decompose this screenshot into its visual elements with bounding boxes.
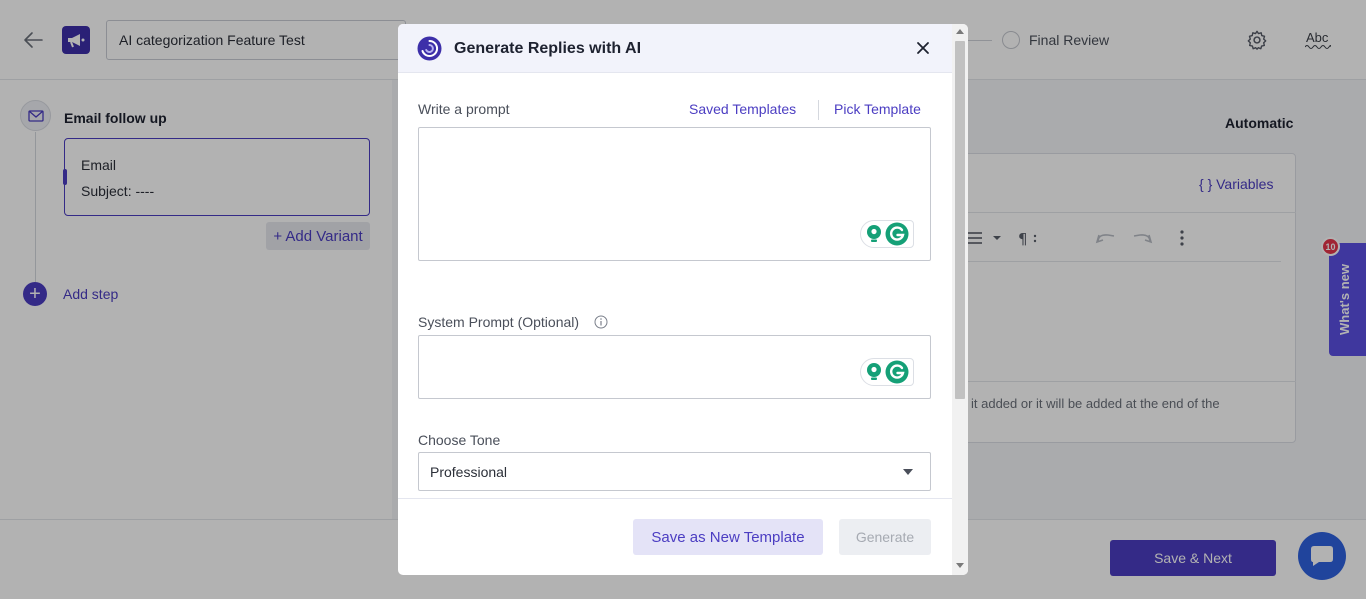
- system-prompt-input[interactable]: [418, 335, 931, 399]
- saved-templates-link[interactable]: Saved Templates: [689, 101, 796, 117]
- scrollbar-thumb[interactable]: [955, 41, 965, 399]
- grammarly-icon[interactable]: [885, 222, 909, 246]
- tone-selected-value: Professional: [430, 464, 508, 480]
- modal-header: Generate Replies with AI: [398, 24, 952, 73]
- lightbulb-icon[interactable]: [865, 224, 883, 244]
- info-icon[interactable]: [594, 315, 608, 329]
- prompt-input[interactable]: [418, 127, 931, 261]
- tone-select[interactable]: Professional: [418, 452, 931, 491]
- prompt-label: Write a prompt: [418, 101, 510, 117]
- ai-swirl-icon: [417, 36, 442, 61]
- grammarly-widget[interactable]: [860, 358, 914, 386]
- generate-replies-modal: Generate Replies with AI Write a prompt …: [398, 24, 968, 575]
- scroll-up-arrow-icon[interactable]: [956, 29, 964, 34]
- save-as-new-template-button[interactable]: Save as New Template: [633, 519, 823, 555]
- grammarly-icon[interactable]: [885, 360, 909, 384]
- scroll-down-arrow-icon[interactable]: [956, 563, 964, 568]
- generate-button[interactable]: Generate: [839, 519, 931, 555]
- chevron-down-icon: [903, 469, 913, 475]
- tone-label: Choose Tone: [418, 432, 501, 448]
- lightbulb-icon[interactable]: [865, 362, 883, 382]
- system-prompt-label: System Prompt (Optional): [418, 314, 580, 330]
- close-icon[interactable]: [915, 40, 931, 56]
- modal-footer-divider: [398, 498, 952, 499]
- grammarly-widget[interactable]: [860, 220, 914, 248]
- pick-template-link[interactable]: Pick Template: [834, 101, 921, 117]
- template-links-divider: [818, 100, 819, 120]
- modal-title: Generate Replies with AI: [454, 40, 642, 57]
